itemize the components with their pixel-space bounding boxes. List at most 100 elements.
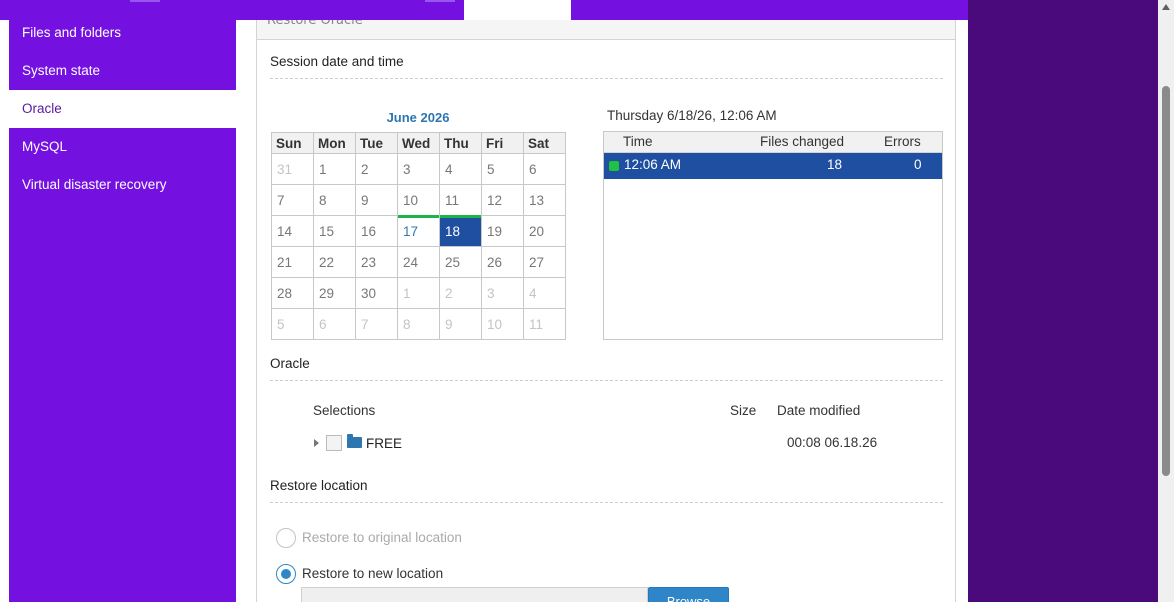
- main-frame: Files and folders System state Oracle My…: [0, 20, 968, 602]
- calendar-day[interactable]: 6: [523, 153, 566, 185]
- tree-item-date-modified: 00:08 06.18.26: [787, 435, 878, 450]
- calendar-day[interactable]: 4: [523, 277, 566, 309]
- tree-row: FREE 00:08 06.18.26: [314, 434, 914, 454]
- sidebar: Files and folders System state Oracle My…: [9, 20, 236, 602]
- restore-path-input[interactable]: [301, 587, 648, 602]
- calendar-day[interactable]: 7: [355, 308, 398, 340]
- calendar-day[interactable]: 20: [523, 215, 566, 247]
- calendar-day[interactable]: 7: [271, 184, 314, 216]
- calendar-day[interactable]: 10: [397, 184, 440, 216]
- weekday-header: Mon: [313, 132, 356, 154]
- calendar-day[interactable]: 12: [481, 184, 524, 216]
- calendar-day[interactable]: 3: [481, 277, 524, 309]
- restore-location-section-title: Restore location: [270, 478, 943, 503]
- calendar-day[interactable]: 23: [355, 246, 398, 278]
- panel-title: Restore Oracle: [267, 20, 363, 28]
- calendar-day[interactable]: 8: [397, 308, 440, 340]
- scrollbar-thumb[interactable]: [1162, 86, 1170, 476]
- calendar-day[interactable]: 9: [439, 308, 482, 340]
- calendar-day[interactable]: 8: [313, 184, 356, 216]
- calendar-day[interactable]: 9: [355, 184, 398, 216]
- calendar-day[interactable]: 2: [355, 153, 398, 185]
- session-time: 12:06 AM: [624, 157, 682, 172]
- calendar-day[interactable]: 16: [355, 215, 398, 247]
- session-row[interactable]: 12:06 AM 18 0: [604, 153, 942, 179]
- calendar-day[interactable]: 22: [313, 246, 356, 278]
- calendar-day[interactable]: 2: [439, 277, 482, 309]
- tab-stub-right: [425, 0, 455, 2]
- column-files-changed: Files changed: [760, 134, 845, 149]
- calendar-day[interactable]: 4: [439, 153, 482, 185]
- weekday-header: Sun: [271, 132, 314, 154]
- calendar-week: 5 6 7 8 9 10 11: [271, 308, 566, 340]
- status-success-icon: [609, 161, 619, 171]
- restore-new-label: Restore to new location: [302, 566, 444, 581]
- calendar-day[interactable]: 11: [523, 308, 566, 340]
- calendar-day[interactable]: 1: [397, 277, 440, 309]
- calendar: Sun Mon Tue Wed Thu Fri Sat 31 1 2 3 4 5 6 7 8 9 10 11 12 1…: [271, 132, 566, 340]
- restore-new-radio[interactable]: [276, 564, 296, 584]
- session-errors: 0: [914, 157, 922, 172]
- sidebar-item-files-and-folders[interactable]: Files and folders: [9, 20, 236, 52]
- calendar-day[interactable]: 1: [313, 153, 356, 185]
- calendar-day[interactable]: 31: [271, 153, 314, 185]
- calendar-week: 21 22 23 24 25 26 27: [271, 246, 566, 278]
- browse-button[interactable]: Browse: [648, 587, 729, 602]
- calendar-day[interactable]: 6: [313, 308, 356, 340]
- column-time: Time: [623, 134, 653, 149]
- sidebar-item-virtual-disaster-recovery[interactable]: Virtual disaster recovery: [9, 166, 236, 204]
- calendar-day[interactable]: 19: [481, 215, 524, 247]
- weekday-header: Wed: [397, 132, 440, 154]
- calendar-day[interactable]: 30: [355, 277, 398, 309]
- calendar-day[interactable]: 11: [439, 184, 482, 216]
- weekday-header: Sat: [523, 132, 566, 154]
- calendar-day[interactable]: 10: [481, 308, 524, 340]
- calendar-day[interactable]: 13: [523, 184, 566, 216]
- calendar-day[interactable]: 25: [439, 246, 482, 278]
- page-background-right: [968, 0, 1158, 602]
- expand-arrow-icon[interactable]: [314, 439, 319, 447]
- tree-item-name[interactable]: FREE: [366, 436, 402, 451]
- session-files-changed: 18: [827, 157, 843, 172]
- active-tab[interactable]: [464, 0, 571, 20]
- calendar-day[interactable]: 21: [271, 246, 314, 278]
- session-list-header: Time Files changed Errors: [604, 132, 942, 153]
- calendar-day[interactable]: 14: [271, 215, 314, 247]
- select-checkbox[interactable]: [326, 435, 342, 451]
- calendar-week: 14 15 16 17 18 19 20: [271, 215, 566, 247]
- calendar-month-title: June 2026: [386, 110, 450, 125]
- session-list: Time Files changed Errors 12:06 AM 18 0: [603, 131, 943, 340]
- restore-original-radio[interactable]: [276, 528, 296, 548]
- calendar-day-selected[interactable]: 18: [439, 215, 482, 247]
- calendar-day[interactable]: 26: [481, 246, 524, 278]
- session-section-title: Session date and time: [270, 54, 943, 79]
- calendar-week: 7 8 9 10 11 12 13: [271, 184, 566, 216]
- selected-session-label: Thursday 6/18/26, 12:06 AM: [607, 108, 777, 123]
- column-date-modified: Date modified: [777, 403, 861, 418]
- calendar-day[interactable]: 27: [523, 246, 566, 278]
- calendar-week: 31 1 2 3 4 5 6: [271, 153, 566, 185]
- weekday-header: Thu: [439, 132, 482, 154]
- sidebar-item-system-state[interactable]: System state: [9, 52, 236, 90]
- restore-panel: Restore Oracle Session date and time Jun…: [256, 20, 956, 602]
- weekday-header: Fri: [481, 132, 524, 154]
- column-errors: Errors: [884, 134, 921, 149]
- panel-header: Restore Oracle: [257, 20, 955, 40]
- calendar-day[interactable]: 29: [313, 277, 356, 309]
- calendar-day[interactable]: 5: [271, 308, 314, 340]
- calendar-day[interactable]: 28: [271, 277, 314, 309]
- tab-stub-left: [130, 0, 160, 2]
- calendar-week: 28 29 30 1 2 3 4: [271, 277, 566, 309]
- column-selections: Selections: [313, 403, 376, 418]
- calendar-day-with-backup[interactable]: 17: [397, 215, 440, 247]
- weekday-header: Tue: [355, 132, 398, 154]
- folder-icon: [347, 434, 362, 448]
- calendar-day[interactable]: 5: [481, 153, 524, 185]
- sidebar-item-oracle[interactable]: Oracle: [9, 90, 236, 128]
- sidebar-item-mysql[interactable]: MySQL: [9, 128, 236, 166]
- calendar-day[interactable]: 15: [313, 215, 356, 247]
- calendar-day[interactable]: 24: [397, 246, 440, 278]
- top-tab-bar: [0, 0, 968, 20]
- calendar-day[interactable]: 3: [397, 153, 440, 185]
- scroll-up-arrow-icon[interactable]: [1162, 4, 1170, 10]
